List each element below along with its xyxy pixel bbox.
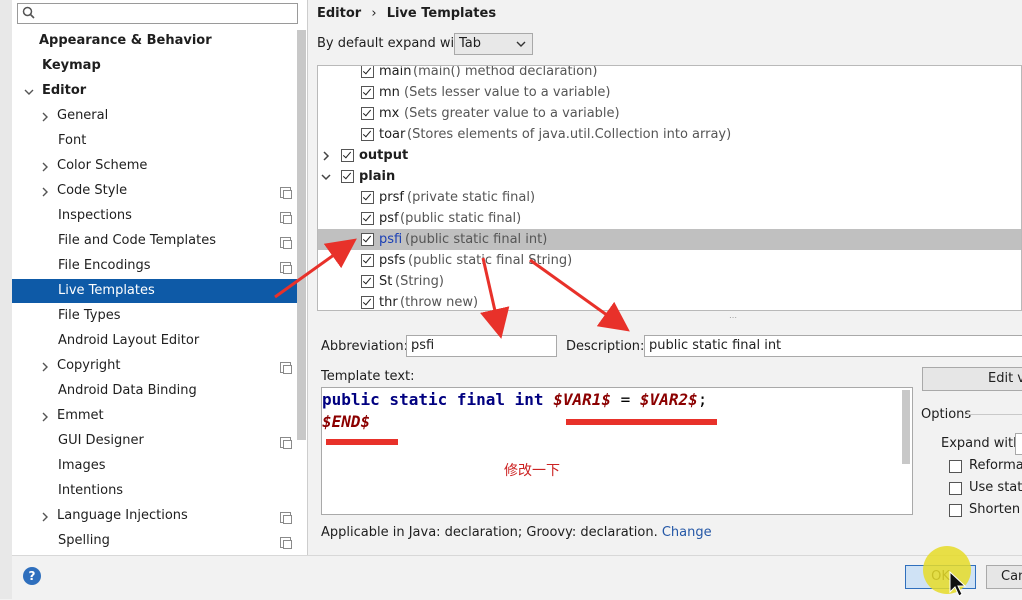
annotation-overlay <box>274 238 967 597</box>
arrow-to-description <box>529 258 630 332</box>
arrow-to-abbreviation <box>480 257 510 339</box>
arrow-to-psfi <box>274 238 357 299</box>
underline-vars <box>566 419 717 425</box>
underline-end <box>326 439 398 445</box>
mouse-cursor-icon <box>949 570 967 597</box>
